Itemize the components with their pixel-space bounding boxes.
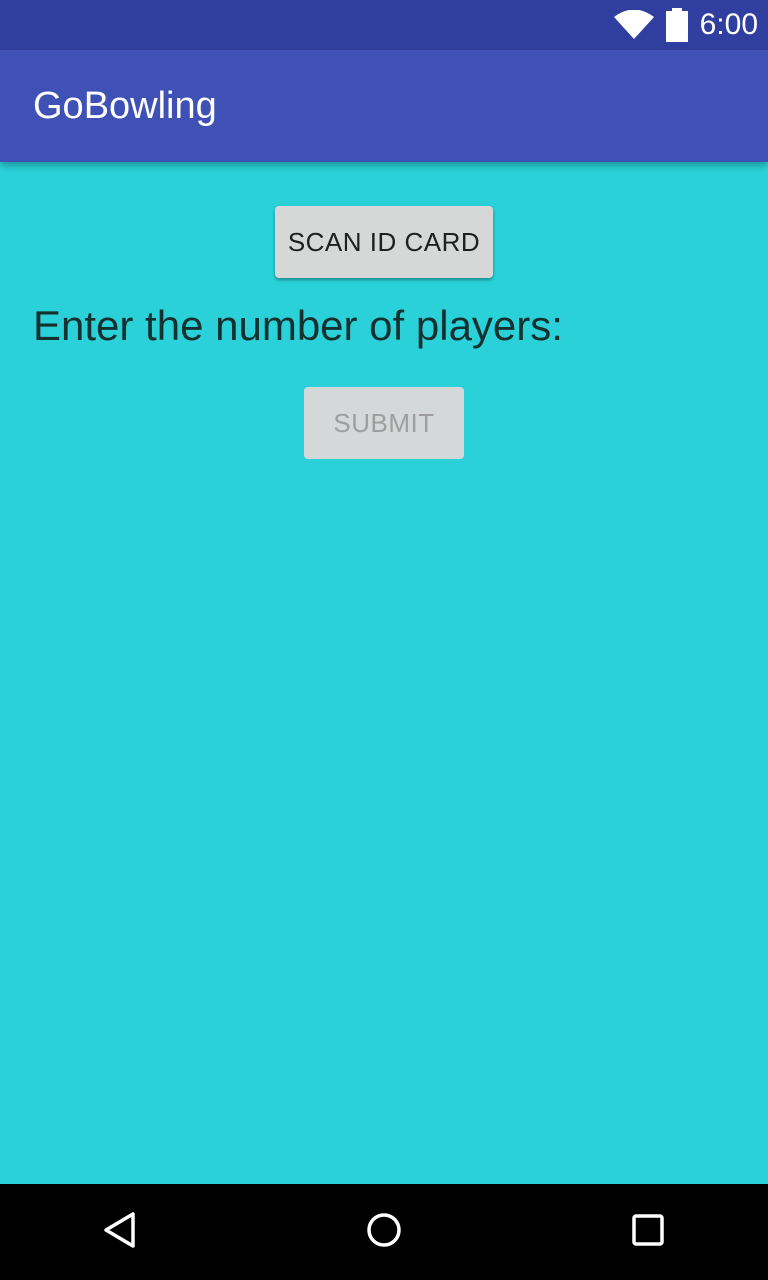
wifi-icon	[613, 10, 654, 40]
back-button[interactable]	[96, 1208, 144, 1256]
home-icon	[364, 1210, 404, 1255]
scan-id-card-button[interactable]: SCAN ID CARD	[275, 206, 493, 278]
recents-button[interactable]	[624, 1208, 672, 1256]
main-content: SCAN ID CARD Enter the number of players…	[0, 162, 768, 1184]
app-bar: GoBowling	[0, 50, 768, 162]
navigation-bar	[0, 1184, 768, 1280]
submit-button[interactable]: SUBMIT	[304, 387, 464, 459]
back-icon	[100, 1210, 140, 1255]
status-icons: 6:00	[613, 0, 758, 50]
players-prompt: Enter the number of players:	[33, 302, 563, 349]
recents-icon	[628, 1210, 668, 1255]
home-button[interactable]	[360, 1208, 408, 1256]
status-time: 6:00	[699, 8, 758, 41]
status-bar: 6:00	[0, 0, 768, 50]
app-title: GoBowling	[33, 85, 217, 127]
battery-icon	[665, 8, 688, 42]
